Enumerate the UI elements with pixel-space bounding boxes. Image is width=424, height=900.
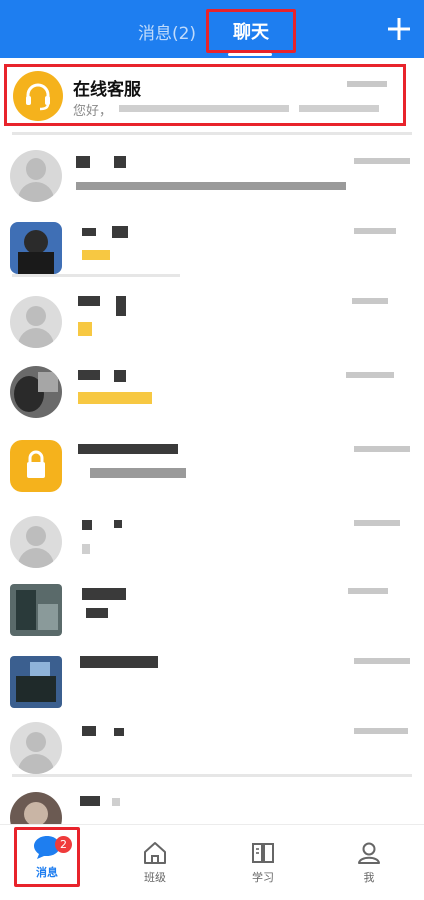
preview-redacted bbox=[86, 608, 108, 618]
active-tab-indicator bbox=[228, 53, 272, 56]
preview-redacted bbox=[82, 544, 90, 554]
nav-label: 我 bbox=[363, 871, 375, 884]
name-redacted bbox=[76, 156, 90, 168]
name-redacted bbox=[114, 370, 126, 382]
name-redacted bbox=[82, 726, 96, 736]
preview-redacted bbox=[90, 468, 186, 478]
avatar bbox=[10, 656, 62, 708]
avatar bbox=[10, 366, 62, 418]
tab-chat[interactable]: 聊天 bbox=[206, 9, 296, 53]
service-avatar bbox=[13, 71, 63, 121]
preview-redacted bbox=[119, 105, 289, 112]
headset-icon bbox=[26, 83, 50, 111]
nav-label: 消息 bbox=[36, 866, 58, 879]
chat-time-redacted bbox=[354, 158, 410, 164]
preview-redacted bbox=[78, 392, 152, 404]
bottom-navigation: 2 消息 班级 学习 我 bbox=[0, 824, 424, 900]
avatar bbox=[10, 296, 62, 348]
avatar bbox=[10, 722, 62, 774]
chat-item[interactable] bbox=[0, 644, 424, 716]
add-button[interactable] bbox=[384, 14, 414, 44]
avatar bbox=[10, 584, 62, 636]
name-redacted bbox=[112, 798, 120, 806]
chat-item-online-service[interactable]: 在线客服 您好， bbox=[4, 64, 406, 126]
house-icon bbox=[144, 842, 166, 864]
chat-time-redacted bbox=[354, 728, 408, 734]
lock-icon bbox=[27, 450, 45, 478]
chat-screen: 消息(2) 聊天 在线客服 您好， 2 消息 班级 学习 我 bbox=[0, 0, 424, 900]
chat-time-redacted bbox=[354, 658, 410, 664]
divider bbox=[12, 132, 412, 135]
chat-item[interactable] bbox=[0, 138, 424, 210]
chat-time-redacted bbox=[352, 298, 388, 304]
avatar bbox=[10, 150, 62, 202]
book-icon bbox=[252, 843, 274, 863]
preview-redacted bbox=[82, 250, 110, 260]
nav-label: 学习 bbox=[252, 871, 274, 884]
chat-time-redacted bbox=[348, 588, 388, 594]
nav-label: 班级 bbox=[144, 871, 166, 884]
name-redacted bbox=[114, 520, 122, 528]
chat-item[interactable] bbox=[0, 504, 424, 576]
chat-item[interactable] bbox=[0, 780, 424, 824]
nav-me[interactable]: 我 bbox=[334, 825, 404, 900]
name-redacted bbox=[82, 588, 126, 600]
name-redacted bbox=[78, 370, 100, 380]
nav-study[interactable]: 学习 bbox=[228, 825, 298, 900]
chat-time-redacted bbox=[354, 520, 400, 526]
preview-redacted bbox=[76, 182, 346, 190]
plus-icon bbox=[388, 18, 410, 40]
chat-time-redacted bbox=[354, 446, 410, 452]
preview-redacted bbox=[78, 322, 92, 336]
avatar bbox=[10, 516, 62, 568]
name-redacted bbox=[116, 296, 126, 316]
chat-item[interactable] bbox=[0, 210, 424, 282]
name-redacted bbox=[80, 796, 100, 806]
chat-time-redacted bbox=[347, 81, 387, 87]
nav-messages[interactable]: 2 消息 bbox=[14, 827, 80, 887]
name-redacted bbox=[78, 444, 178, 454]
chat-item[interactable] bbox=[0, 572, 424, 644]
name-redacted bbox=[112, 226, 128, 238]
user-icon bbox=[358, 842, 380, 864]
name-redacted bbox=[114, 728, 124, 736]
name-redacted bbox=[82, 520, 92, 530]
chat-item[interactable] bbox=[0, 428, 424, 500]
name-redacted bbox=[114, 156, 126, 168]
chat-name: 在线客服 bbox=[73, 80, 141, 100]
name-redacted bbox=[82, 228, 96, 236]
chat-preview: 您好， bbox=[73, 104, 113, 119]
name-redacted bbox=[80, 656, 158, 668]
preview-redacted bbox=[299, 105, 379, 112]
nav-class[interactable]: 班级 bbox=[120, 825, 190, 900]
divider bbox=[12, 274, 180, 277]
chat-item[interactable] bbox=[0, 284, 424, 356]
chat-item[interactable] bbox=[0, 710, 424, 782]
chat-time-redacted bbox=[354, 228, 396, 234]
chat-time-redacted bbox=[346, 372, 394, 378]
name-redacted bbox=[78, 296, 100, 306]
chat-item[interactable] bbox=[0, 354, 424, 426]
avatar bbox=[10, 222, 62, 274]
divider bbox=[12, 774, 412, 777]
tab-messages[interactable]: 消息(2) bbox=[128, 9, 206, 53]
avatar bbox=[10, 792, 62, 824]
avatar bbox=[10, 440, 62, 492]
chat-list: 在线客服 您好， bbox=[0, 58, 424, 824]
unread-badge: 2 bbox=[55, 836, 72, 853]
top-header: 消息(2) 聊天 bbox=[0, 0, 424, 58]
